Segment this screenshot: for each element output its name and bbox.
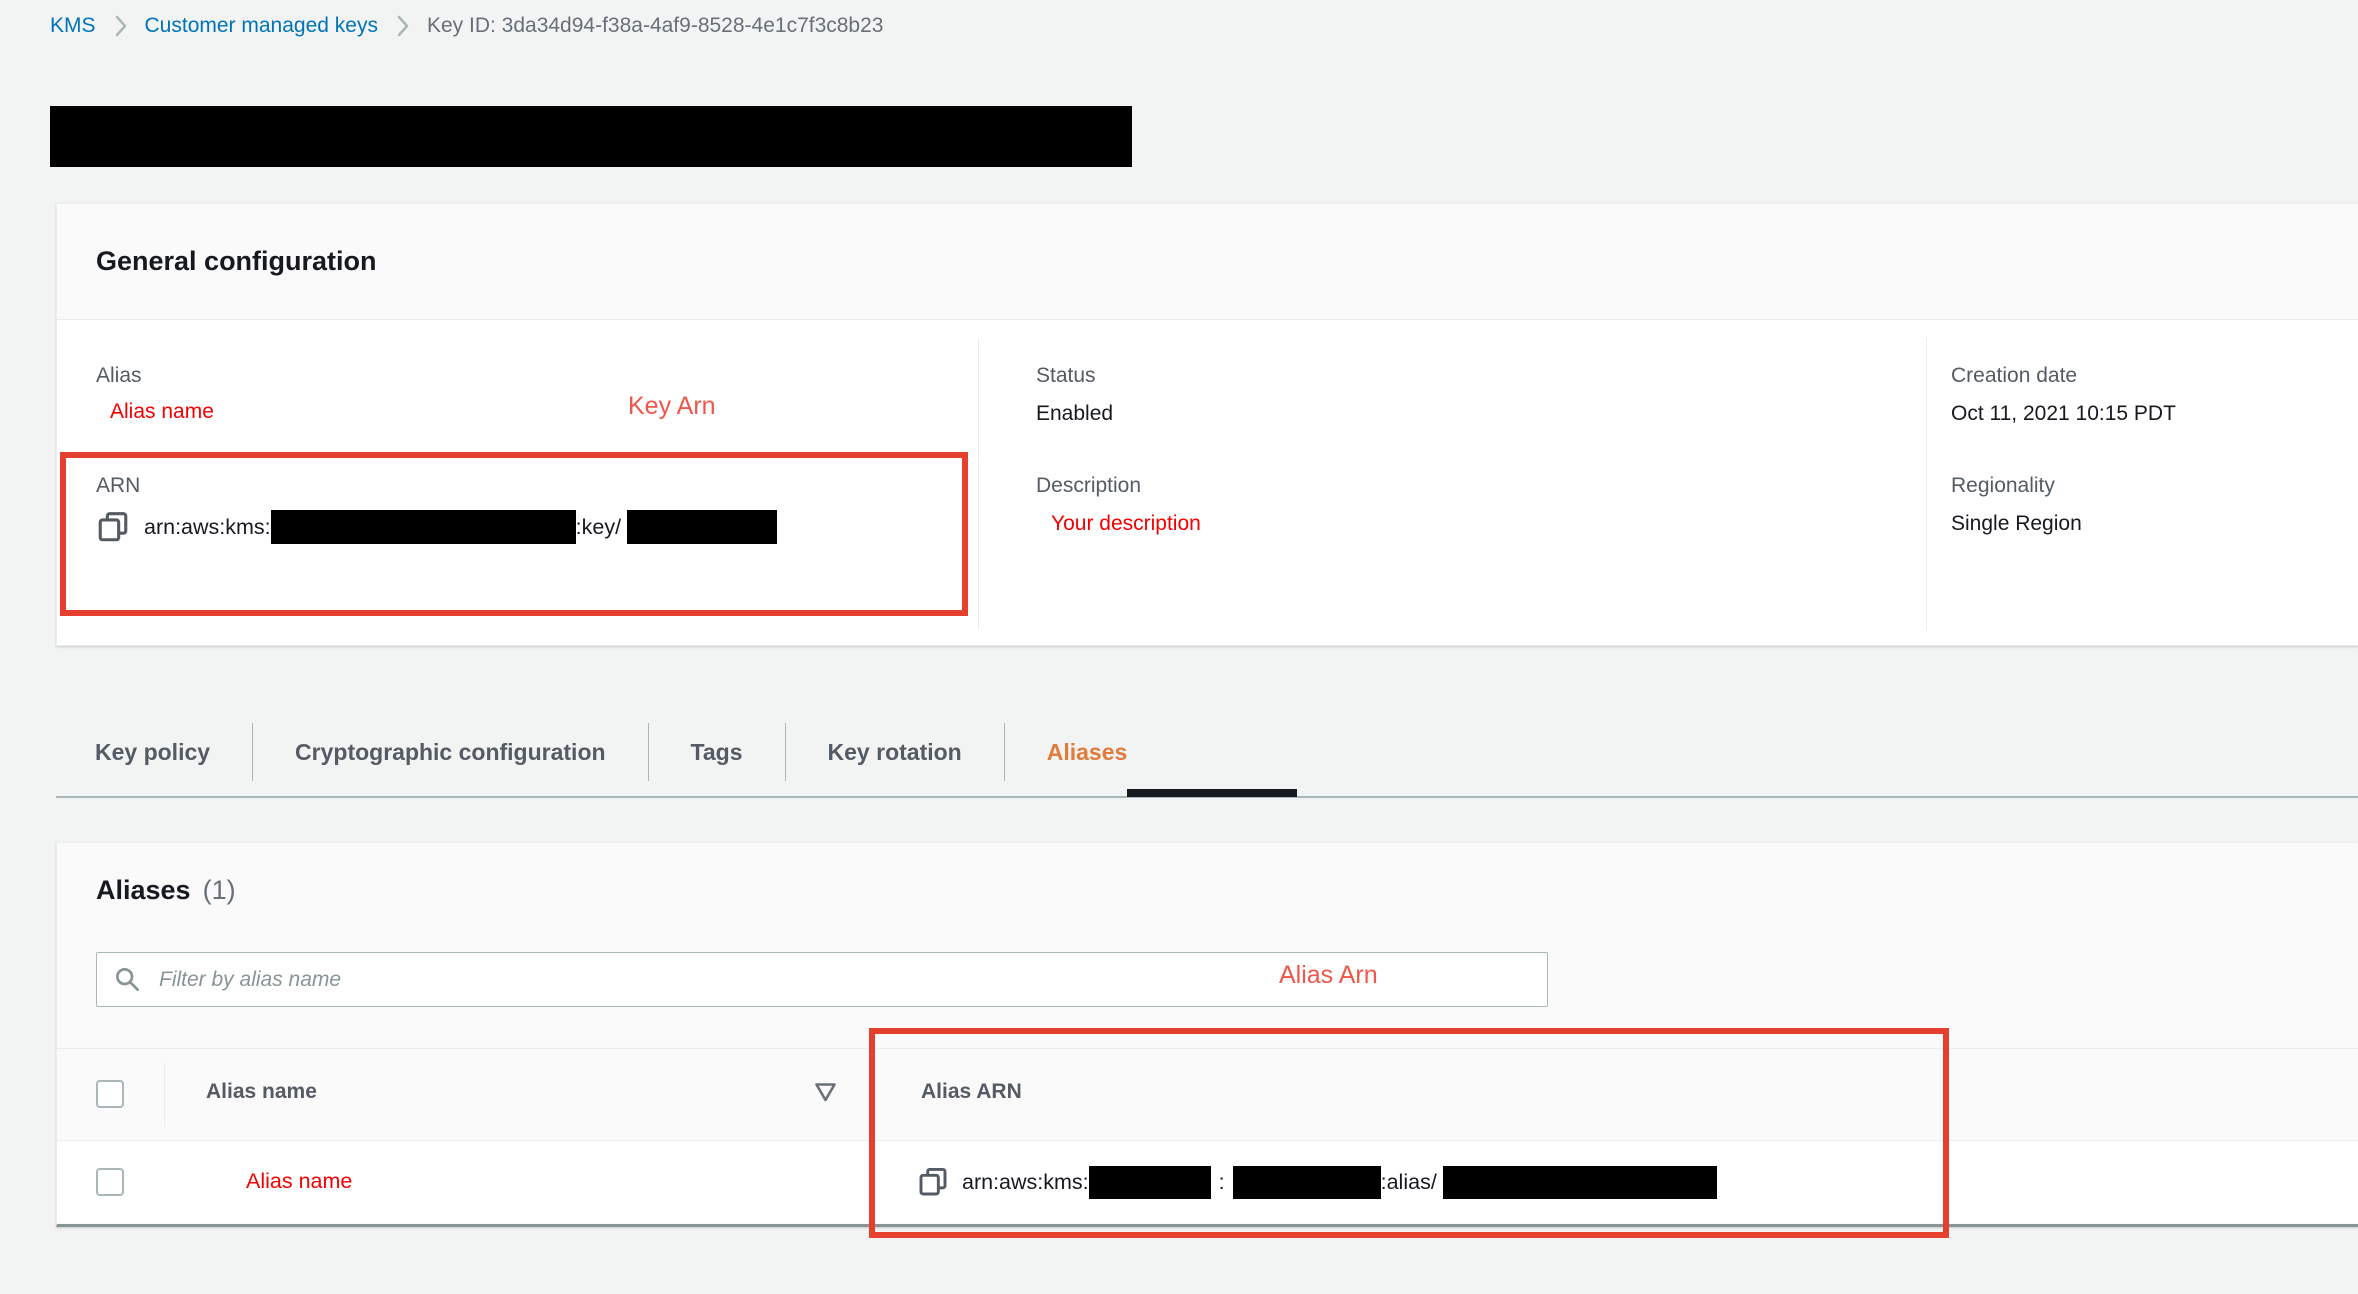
key-arn-row: arn:aws:kms::key/ bbox=[96, 510, 777, 544]
breadcrumb: KMS Customer managed keys Key ID: 3da34d… bbox=[50, 14, 883, 38]
aliases-title-text: Aliases bbox=[96, 875, 191, 906]
chevron-right-icon bbox=[114, 15, 127, 37]
tab-key-policy[interactable]: Key policy bbox=[56, 739, 252, 766]
tab-key-rotation[interactable]: Key rotation bbox=[786, 739, 1004, 766]
regionality-label: Regionality bbox=[1951, 474, 2055, 498]
alias-label: Alias bbox=[96, 364, 142, 388]
key-arn-annotation: Key Arn bbox=[628, 392, 716, 421]
breadcrumb-link-customer-managed-keys[interactable]: Customer managed keys bbox=[145, 14, 378, 38]
alias-filter bbox=[96, 952, 1548, 1007]
general-configuration-panel: General configuration Alias Alias name K… bbox=[56, 203, 2358, 646]
creation-date-label: Creation date bbox=[1951, 364, 2077, 388]
kms-key-detail-page: KMS Customer managed keys Key ID: 3da34d… bbox=[0, 0, 2358, 1294]
sort-descending-icon[interactable] bbox=[813, 1081, 838, 1109]
redacted-region bbox=[1089, 1166, 1211, 1199]
description-value: Your description bbox=[1051, 512, 1201, 536]
description-label: Description bbox=[1036, 474, 1141, 498]
active-tab-underline bbox=[1127, 789, 1297, 797]
column-divider bbox=[1926, 338, 1927, 630]
aliases-panel-title: Aliases (1) bbox=[96, 875, 236, 906]
chevron-right-icon bbox=[396, 15, 409, 37]
row-alias-name: Alias name bbox=[246, 1169, 352, 1194]
breadcrumb-current-key-id: Key ID: 3da34d94-f38a-4af9-8528-4e1c7f3c… bbox=[427, 14, 884, 38]
status-label: Status bbox=[1036, 364, 1096, 388]
breadcrumb-link-kms[interactable]: KMS bbox=[50, 14, 96, 38]
redacted-alias-name bbox=[1443, 1166, 1717, 1199]
copy-icon[interactable] bbox=[917, 1166, 949, 1198]
row-checkbox[interactable] bbox=[96, 1168, 124, 1196]
select-all-checkbox[interactable] bbox=[96, 1080, 124, 1108]
redacted-key-title-bar bbox=[50, 106, 1132, 167]
redacted-key-id bbox=[627, 510, 777, 544]
creation-date-value: Oct 11, 2021 10:15 PDT bbox=[1951, 402, 2176, 426]
search-icon bbox=[114, 966, 141, 998]
arn-label: ARN bbox=[96, 474, 140, 498]
tab-cryptographic-configuration[interactable]: Cryptographic configuration bbox=[253, 739, 648, 766]
key-detail-tabs: Key policy Cryptographic configuration T… bbox=[56, 707, 1169, 797]
copy-icon[interactable] bbox=[96, 510, 130, 544]
header-column-divider bbox=[164, 1063, 165, 1127]
status-value: Enabled bbox=[1036, 402, 1113, 426]
redacted-region-account bbox=[271, 510, 576, 544]
alias-filter-input[interactable] bbox=[96, 952, 1548, 1007]
key-arn-value: arn:aws:kms::key/ bbox=[144, 510, 777, 544]
regionality-value: Single Region bbox=[1951, 512, 2082, 536]
alias-name-column-label: Alias name bbox=[206, 1080, 317, 1104]
general-configuration-body: Alias Alias name Key Arn ARN arn:aws:kms… bbox=[57, 320, 2358, 643]
alias-arn-column-label: Alias ARN bbox=[921, 1080, 1022, 1104]
aliases-count: (1) bbox=[203, 875, 236, 906]
tab-tags[interactable]: Tags bbox=[649, 739, 785, 766]
alias-table-row: Alias name arn:aws:kms:::alias/ bbox=[57, 1141, 2358, 1223]
general-configuration-header: General configuration bbox=[57, 204, 2358, 320]
alias-value: Alias name bbox=[110, 400, 214, 424]
aliases-panel: Aliases (1) Alias Arn Alias name Alias A… bbox=[56, 842, 2358, 1227]
panel-title: General configuration bbox=[96, 246, 377, 277]
alias-arn-value: arn:aws:kms:::alias/ bbox=[962, 1166, 1717, 1199]
tab-aliases[interactable]: Aliases bbox=[1005, 739, 1170, 766]
aliases-table-header: Alias name Alias ARN bbox=[57, 1048, 2358, 1141]
column-divider bbox=[978, 338, 979, 630]
redacted-account-id bbox=[1233, 1166, 1381, 1199]
row-alias-arn: arn:aws:kms:::alias/ bbox=[917, 1141, 1717, 1223]
